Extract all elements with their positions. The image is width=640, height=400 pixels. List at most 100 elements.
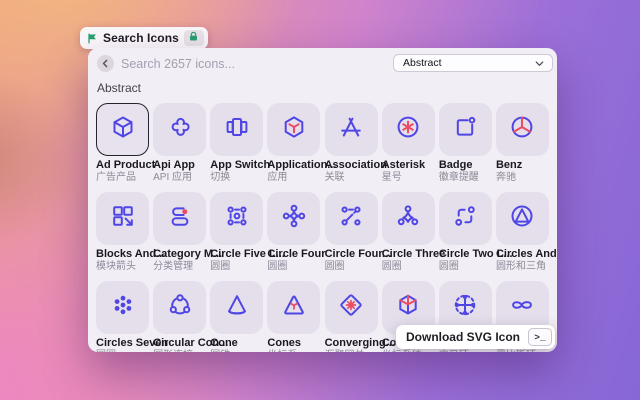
section-title: Abstract	[97, 81, 142, 95]
icon-chinese-name: 广告产品	[96, 172, 136, 183]
icon-tile[interactable]	[495, 192, 549, 245]
icon-name: Cones	[267, 337, 302, 349]
icon-chinese-name: 切换	[210, 172, 231, 183]
icon-cell: Circular Con...圆形连接	[153, 281, 229, 352]
circles-seven-icon	[109, 291, 137, 324]
category-value: Abstract	[403, 57, 442, 69]
circle-three-icon	[394, 202, 422, 235]
icon-search-panel: Abstract Abstract Ad Product广告产品Api AppA…	[88, 48, 557, 352]
icon-name: Ad Product	[96, 159, 156, 171]
icon-name: Circle Four...	[324, 248, 392, 260]
icon-cell: App Switch 切换	[210, 103, 271, 183]
icon-tile[interactable]	[267, 281, 321, 334]
icon-chinese-name: 圆圈	[96, 349, 149, 352]
icon-name: Circles Seven	[96, 337, 169, 349]
icon-tile[interactable]	[324, 281, 378, 334]
icon-tile[interactable]	[381, 103, 435, 156]
icon-cell: Circle Five L... 圆圈	[210, 192, 285, 272]
cones-icon	[280, 291, 308, 324]
cube-3d-icon	[109, 113, 137, 146]
icon-tile[interactable]	[438, 192, 492, 245]
icon-cell: Cone圆锥	[210, 281, 264, 352]
icon-name: Cone	[210, 337, 238, 349]
icon-name: Circles And...	[495, 248, 557, 260]
icon-tile[interactable]	[267, 103, 321, 156]
icon-cell: Circle Four 圆圈	[267, 192, 326, 272]
icon-chinese-name: 圆圈	[267, 261, 288, 272]
back-button[interactable]	[97, 55, 114, 72]
icon-chinese-name: 分类管理	[153, 261, 194, 272]
category-dropdown[interactable]: Abstract	[393, 54, 553, 72]
icon-tile[interactable]	[96, 281, 149, 334]
icon-name: Asterisk	[381, 159, 426, 171]
association-a-icon	[337, 113, 365, 146]
icon-cell: Circle Three 圆圈	[381, 192, 446, 272]
icon-chinese-name: 圆形连接	[153, 349, 206, 352]
circular-connection-icon	[166, 291, 194, 324]
icon-cell: Converging...汇聚网关	[324, 281, 395, 352]
icon-cell: Benz 奔驰	[495, 103, 549, 183]
icon-chinese-name: 模块箭头	[96, 261, 136, 272]
circle-triangle-icon	[508, 202, 536, 235]
icon-grid: Ad Product 广告产品 Api App API 应用 App Switch 切换 A…	[96, 103, 557, 352]
coordinate-cube-icon	[394, 291, 422, 324]
terminal-shortcut-key: >_	[528, 328, 552, 346]
search-input[interactable]	[121, 54, 371, 73]
icon-tile[interactable]	[381, 192, 435, 245]
converging-gateway-icon	[337, 291, 365, 324]
circle-four-icon	[280, 202, 308, 235]
icon-tile[interactable]	[153, 192, 207, 245]
icon-name: Circle Two L...	[438, 248, 513, 260]
icon-cell: Application... 应用	[267, 103, 337, 183]
icon-tile[interactable]	[96, 192, 149, 245]
icon-chinese-name: 圆圈	[210, 261, 231, 272]
infinity-ring-icon	[508, 291, 536, 324]
icon-name: Circle Three	[381, 248, 446, 260]
icon-tile[interactable]	[267, 192, 321, 245]
icon-cell: Category M... 分类管理	[153, 192, 223, 272]
icon-cell: Badge 徽章提醒	[438, 103, 492, 183]
icon-tile[interactable]	[495, 103, 549, 156]
icon-tile[interactable]	[438, 103, 492, 156]
icon-name: Application...	[267, 159, 337, 171]
icon-chinese-name: 圆圈	[381, 261, 402, 272]
chevron-down-icon	[535, 54, 544, 72]
lock-badge	[183, 29, 204, 47]
icon-tile[interactable]	[210, 281, 264, 334]
icon-tile[interactable]	[210, 192, 264, 245]
lock-icon	[188, 29, 199, 47]
icon-cell: Asterisk 星号	[381, 103, 435, 183]
icon-chinese-name: 关联	[324, 172, 345, 183]
icon-chinese-name: 坐标系	[267, 349, 320, 352]
badge-dot-icon	[451, 113, 479, 146]
download-svg-button[interactable]: Download SVG Icon >_	[395, 325, 555, 349]
icon-tile[interactable]	[96, 103, 149, 156]
icon-chinese-name: 圆圈	[438, 261, 459, 272]
icon-chinese-name: 圆圈	[324, 261, 345, 272]
hexagon-y-icon	[280, 113, 308, 146]
blocks-arrow-icon	[109, 202, 137, 235]
circle-five-line-icon	[223, 202, 251, 235]
icon-name: Circle Four	[267, 248, 326, 260]
icon-name: Circular Con...	[153, 337, 229, 349]
icon-tile[interactable]	[153, 103, 207, 156]
icon-cell: Ad Product 广告产品	[96, 103, 156, 183]
circle-four-line-icon	[337, 202, 365, 235]
cross-ring-icon	[451, 291, 479, 324]
icon-cell: Circles And...圆形和三角	[495, 192, 557, 272]
app-switch-icon	[223, 113, 251, 146]
icon-name: Category M...	[153, 248, 223, 260]
icon-tile[interactable]	[324, 192, 378, 245]
icon-chinese-name: 奔驰	[495, 172, 516, 183]
icon-name: App Switch	[210, 159, 271, 171]
icon-tile[interactable]	[210, 103, 264, 156]
icon-cell: Cones坐标系	[267, 281, 321, 352]
icon-cell: Circle Two L... 圆圈	[438, 192, 513, 272]
icon-cell: Circle Four... 圆圈	[324, 192, 392, 272]
chevron-left-icon	[101, 55, 110, 73]
icon-tile[interactable]	[153, 281, 207, 334]
icon-tile[interactable]	[324, 103, 378, 156]
icon-name: Api App	[153, 159, 195, 171]
icon-chinese-name: 坐标系统	[382, 349, 435, 352]
search-icons-chip[interactable]: Search Icons	[80, 27, 208, 49]
